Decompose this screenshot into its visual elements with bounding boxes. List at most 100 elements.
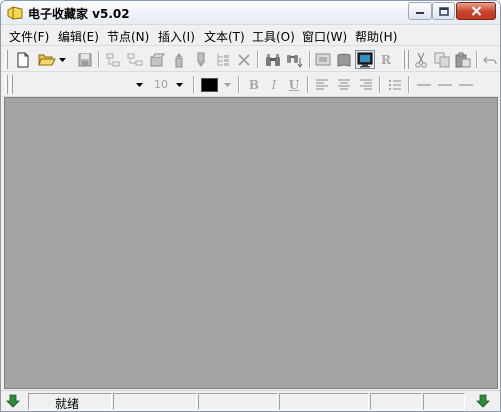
add-child-node-button[interactable] [125,50,145,69]
text-color-swatch [200,77,218,92]
underline-button[interactable]: U [284,75,304,94]
line-style-medium-button[interactable] [435,75,455,94]
save-button[interactable] [75,50,95,69]
delete-x-icon [238,53,250,66]
align-center-button[interactable] [334,75,354,94]
toolbar-grip[interactable] [402,50,405,69]
toolbar-grip[interactable] [406,50,409,69]
toolbar-separator [309,51,311,68]
ruby-letter: R [381,52,391,67]
align-center-icon [338,78,350,90]
bullet-list-button[interactable] [385,75,405,94]
minimize-icon [416,12,424,14]
bottle-down-icon [197,52,205,67]
window-title: 电子收藏家 v5.02 [28,7,130,21]
status-bar: 就绪 [1,390,500,411]
title-bar[interactable]: 电子收藏家 v5.02 [1,1,500,25]
ruby-button[interactable]: R [376,50,396,69]
menu-window[interactable]: 窗口(W) [302,28,347,45]
menu-help[interactable]: 帮助(H) [355,28,397,45]
font-size-value: 10 [154,78,168,91]
book-icon [337,52,351,67]
status-panel [198,393,278,410]
new-button[interactable] [13,50,33,69]
cut-button[interactable] [411,50,431,69]
toolbar-grip[interactable] [5,50,8,69]
toolbar-separator [476,51,478,68]
status-arrow-icon[interactable] [6,394,20,408]
toolbar-separator [238,76,240,93]
bottle-up-icon [175,52,183,67]
font-size-combo[interactable]: 10 [150,75,188,94]
main-toolbar: R [1,47,500,72]
undo-button[interactable] [481,50,499,69]
status-panel [370,393,422,410]
bold-letter: B [248,77,260,92]
maximize-button[interactable] [432,2,455,20]
find-button[interactable] [263,50,283,69]
close-icon [471,6,481,16]
align-left-icon [316,78,328,90]
italic-letter: I [271,77,277,92]
node-box-icon [150,53,165,66]
chevron-down-icon [58,57,66,62]
menu-file[interactable]: 文件(F) [9,28,49,45]
toolbar-separator [98,51,100,68]
toolbar-grip[interactable] [5,75,8,94]
chevron-down-icon [223,82,231,87]
node-properties-button[interactable] [147,50,167,69]
underline-letter: U [288,77,300,92]
monitor-icon [357,52,373,67]
open-button[interactable] [37,50,57,69]
menu-bar: 文件(F) 编辑(E) 节点(N) 插入(I) 文本(T) 工具(O) 窗口(W… [1,26,500,46]
align-right-icon [360,78,372,90]
app-icon [7,6,23,20]
horizontal-line-icon [459,83,473,86]
minimize-button[interactable] [408,2,432,20]
text-color-button[interactable] [199,75,219,94]
toolbar-separator [379,76,381,93]
add-node-button[interactable] [103,50,123,69]
italic-button[interactable]: I [264,75,284,94]
status-panel-main: 就绪 [28,393,112,411]
view-monitor-button[interactable] [355,50,375,69]
line-style-thick-button[interactable] [456,75,476,94]
horizontal-line-icon [417,83,431,86]
align-right-button[interactable] [356,75,376,94]
view-page-button[interactable] [313,50,333,69]
move-node-up-button[interactable] [169,50,189,69]
open-recent-dropdown[interactable] [57,50,67,69]
bold-button[interactable]: B [244,75,264,94]
align-left-button[interactable] [312,75,332,94]
close-button[interactable] [456,2,496,20]
save-disk-icon [78,53,92,66]
sort-nodes-button[interactable] [213,50,233,69]
copy-button[interactable] [432,50,452,69]
open-folder-icon [38,54,56,66]
chevron-down-icon [136,83,143,87]
document-workspace[interactable] [4,97,498,389]
move-node-down-button[interactable] [191,50,211,69]
view-book-button[interactable] [334,50,354,69]
binoculars-icon [266,53,280,66]
new-document-icon [17,52,29,67]
find-next-button[interactable] [285,50,305,69]
status-arrow-icon[interactable] [476,394,490,408]
paste-button[interactable] [453,50,473,69]
line-style-thin-button[interactable] [414,75,434,94]
copy-icon [434,52,450,67]
menu-edit[interactable]: 编辑(E) [58,28,99,45]
screen-icon [315,53,331,65]
menu-tools[interactable]: 工具(O) [252,28,295,45]
menu-text[interactable]: 文本(T) [204,28,245,45]
toolbar-grip[interactable] [10,75,13,94]
text-color-dropdown[interactable] [221,75,233,94]
font-name-combo[interactable] [15,75,148,94]
menu-node[interactable]: 节点(N) [107,28,149,45]
app-window: 电子收藏家 v5.02 文件(F) 编辑(E) 节点(N) 插入(I) 文本(T… [0,0,501,412]
toolbar-separator [408,76,410,93]
status-panel [423,393,465,410]
node-tree-icon [106,53,120,66]
menu-insert[interactable]: 插入(I) [158,28,195,45]
delete-node-button[interactable] [234,50,254,69]
